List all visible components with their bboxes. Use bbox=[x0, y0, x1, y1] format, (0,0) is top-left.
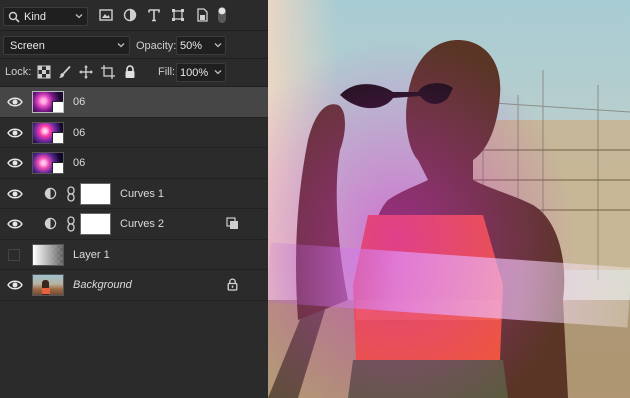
layer-name: Layer 1 bbox=[73, 248, 110, 261]
filter-kind-dropdown[interactable]: Kind bbox=[3, 7, 88, 26]
layers-list: 06 06 06 Curves 1 Curves 2 Layer 1 Backg… bbox=[0, 87, 268, 301]
adjustment-layer-icon bbox=[44, 217, 57, 230]
eye-icon[interactable] bbox=[7, 188, 23, 200]
canvas-image[interactable] bbox=[268, 0, 630, 398]
layer-name: Curves 2 bbox=[120, 218, 165, 230]
filter-type-icon[interactable] bbox=[147, 8, 161, 22]
layer-row[interactable]: 06 bbox=[0, 87, 268, 118]
layer-filter-bar: Kind bbox=[0, 0, 268, 31]
fill-label: Fill: bbox=[158, 66, 176, 78]
layer-mask-thumbnail[interactable] bbox=[80, 182, 111, 205]
layer-thumbnail bbox=[32, 91, 64, 113]
lock-icon bbox=[227, 278, 238, 291]
clipping-icon bbox=[226, 217, 238, 229]
eye-icon[interactable] bbox=[7, 96, 23, 108]
layer-row[interactable]: 06 bbox=[0, 118, 268, 148]
search-icon bbox=[8, 11, 20, 23]
lock-artboard-icon[interactable] bbox=[101, 65, 115, 79]
link-chain-icon[interactable] bbox=[66, 216, 76, 232]
chevron-down-icon bbox=[75, 14, 83, 19]
eye-icon[interactable] bbox=[7, 279, 23, 291]
layer-name: 06 bbox=[73, 96, 86, 108]
lock-position-move-icon[interactable] bbox=[79, 65, 93, 79]
layer-name: Background bbox=[73, 279, 132, 291]
lock-label: Lock: bbox=[5, 66, 32, 78]
chevron-down-icon[interactable] bbox=[213, 40, 223, 50]
filter-kind-label: Kind bbox=[24, 11, 47, 23]
lock-options-bar: Lock: Fill: 100% bbox=[0, 59, 268, 87]
layer-mask-thumbnail[interactable] bbox=[80, 213, 111, 235]
lock-transparency-icon[interactable] bbox=[37, 65, 51, 79]
lock-all-icon[interactable] bbox=[123, 65, 137, 79]
layer-row[interactable]: Background bbox=[0, 270, 268, 301]
chevron-down-icon bbox=[117, 43, 125, 48]
smart-object-badge-icon bbox=[52, 162, 63, 173]
smart-object-badge-icon bbox=[52, 101, 63, 112]
filter-adjustment-icon[interactable] bbox=[123, 8, 137, 22]
fill-input[interactable]: 100% bbox=[176, 63, 226, 82]
blend-mode-value: Screen bbox=[10, 40, 45, 52]
chevron-down-icon[interactable] bbox=[213, 67, 223, 77]
layers-panel: Kind Screen Opacity: 50% Lock: Fill: 100… bbox=[0, 0, 268, 398]
layer-name: 06 bbox=[73, 157, 86, 169]
filter-toggle-switch[interactable] bbox=[216, 6, 228, 24]
filter-smart-object-icon[interactable] bbox=[195, 8, 209, 22]
eye-icon[interactable] bbox=[7, 127, 23, 139]
layer-row[interactable]: Curves 2 bbox=[0, 209, 268, 240]
filter-pixel-icon[interactable] bbox=[99, 8, 113, 22]
fill-value: 100% bbox=[180, 67, 209, 79]
adjustment-layer-icon bbox=[44, 187, 57, 199]
layer-thumbnail bbox=[32, 121, 64, 144]
layer-row[interactable]: Layer 1 bbox=[0, 240, 268, 270]
blend-options-bar: Screen Opacity: 50% bbox=[0, 31, 268, 59]
layer-thumbnail bbox=[32, 152, 64, 174]
layer-row[interactable]: Curves 1 bbox=[0, 179, 268, 209]
smart-object-badge-icon bbox=[52, 131, 63, 143]
opacity-label: Opacity: bbox=[136, 40, 177, 52]
opacity-input[interactable]: 50% bbox=[176, 36, 226, 55]
layer-thumbnail bbox=[32, 274, 64, 296]
visibility-toggle-empty[interactable] bbox=[8, 248, 20, 261]
layer-name: Curves 1 bbox=[120, 187, 165, 200]
layer-thumbnail bbox=[32, 243, 64, 266]
eye-icon[interactable] bbox=[7, 218, 23, 230]
layer-name: 06 bbox=[73, 126, 86, 139]
eye-icon[interactable] bbox=[7, 157, 23, 169]
layer-row[interactable]: 06 bbox=[0, 148, 268, 179]
photo-illustration bbox=[268, 0, 630, 398]
link-chain-icon[interactable] bbox=[66, 185, 76, 202]
blend-mode-dropdown[interactable]: Screen bbox=[3, 36, 130, 55]
filter-shape-icon[interactable] bbox=[171, 8, 185, 22]
lock-pixels-brush-icon[interactable] bbox=[58, 65, 72, 79]
opacity-value: 50% bbox=[180, 40, 203, 52]
